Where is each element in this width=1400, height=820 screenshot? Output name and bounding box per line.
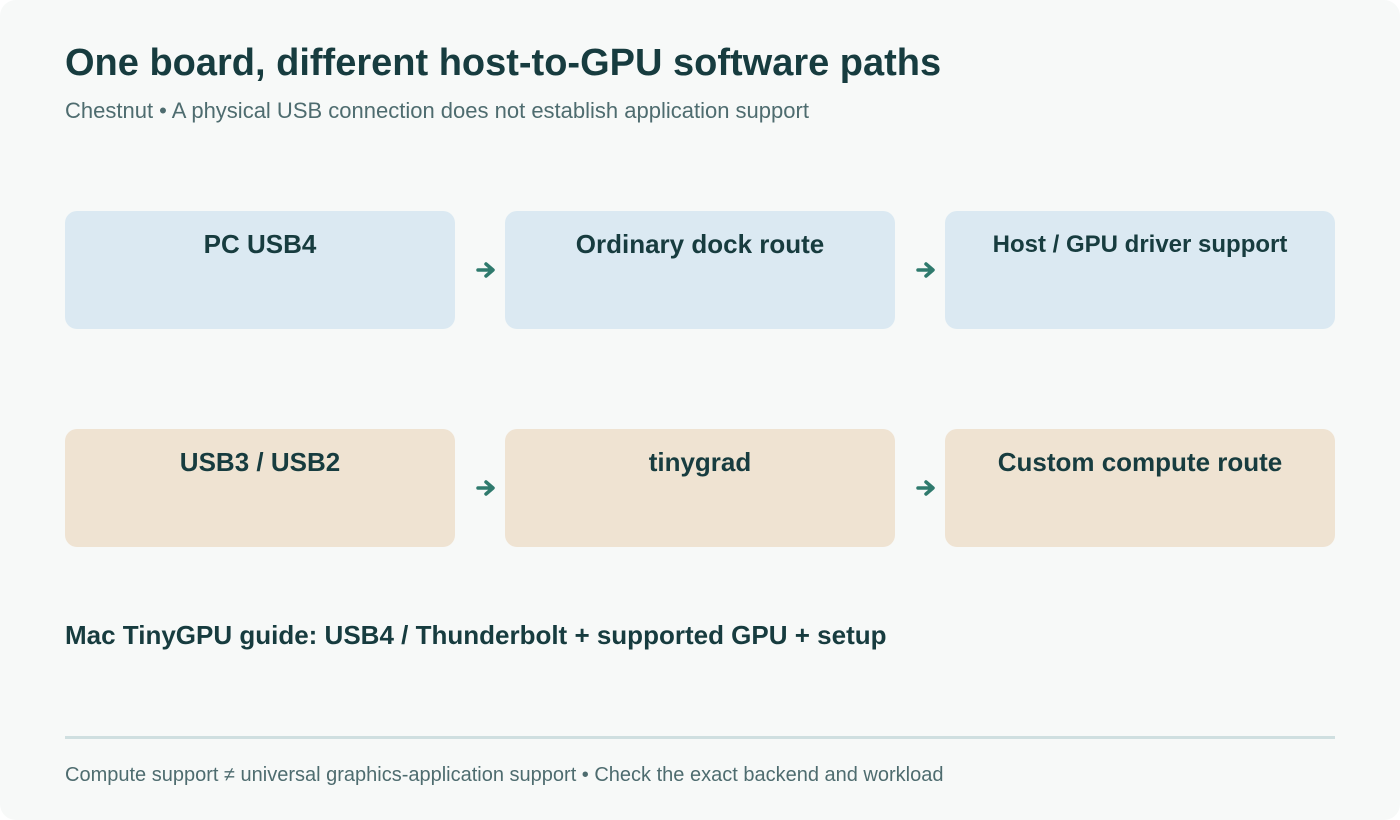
box-host-gpu-driver-support: Host / GPU driver support — [945, 211, 1335, 329]
page-title: One board, different host-to-GPU softwar… — [65, 42, 942, 84]
arrow-right-icon — [476, 479, 498, 497]
arrow-right-icon — [916, 479, 938, 497]
arrow-right-icon — [476, 261, 498, 279]
arrow-right-icon — [916, 261, 938, 279]
footer-divider — [65, 736, 1335, 739]
box-usb3-usb2: USB3 / USB2 — [65, 429, 455, 547]
box-pc-usb4: PC USB4 — [65, 211, 455, 329]
footer-note: Compute support ≠ universal graphics-app… — [65, 764, 944, 786]
diagram-canvas: One board, different host-to-GPU softwar… — [0, 0, 1400, 820]
box-ordinary-dock-route: Ordinary dock route — [505, 211, 895, 329]
box-custom-compute-route: Custom compute route — [945, 429, 1335, 547]
mac-guide-note: Mac TinyGPU guide: USB4 / Thunderbolt + … — [65, 620, 887, 650]
page-subtitle: Chestnut • A physical USB connection doe… — [65, 98, 809, 123]
box-tinygrad: tinygrad — [505, 429, 895, 547]
